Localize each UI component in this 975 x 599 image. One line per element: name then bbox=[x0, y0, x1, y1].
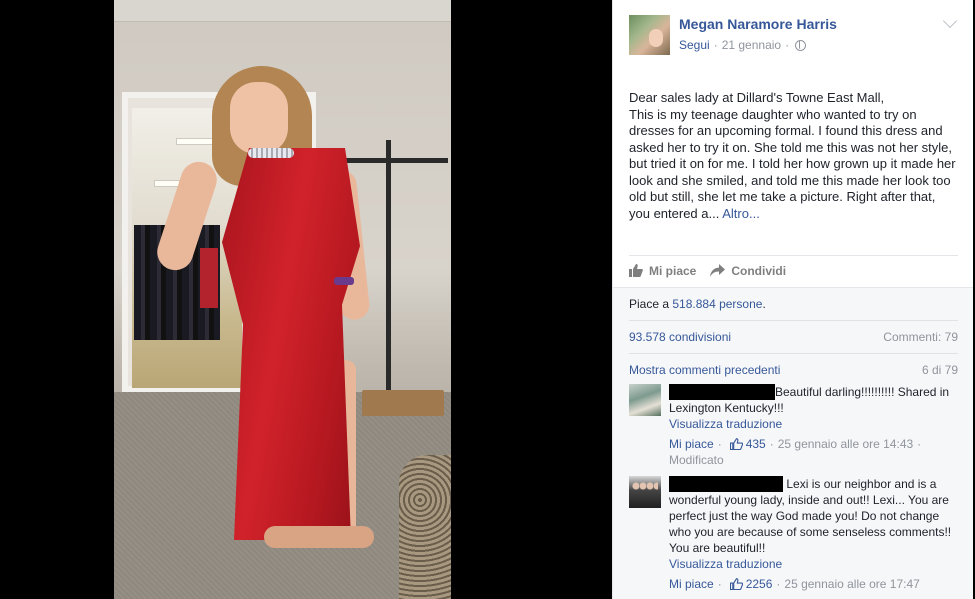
redacted-name bbox=[669, 384, 775, 400]
comment-meta: Mi piace · 435 · 25 gennaio alle ore 14:… bbox=[669, 436, 959, 468]
show-previous-comments[interactable]: Mostra commenti precedenti bbox=[629, 363, 780, 377]
thumbs-up-icon bbox=[629, 264, 643, 277]
post-date[interactable]: 21 gennaio bbox=[722, 38, 781, 52]
comment-likes[interactable]: 435 bbox=[729, 436, 766, 452]
commenter-avatar[interactable] bbox=[629, 476, 661, 508]
author-name[interactable]: Megan Naramore Harris bbox=[679, 16, 837, 32]
post-header: Megan Naramore Harris Segui · 21 gennaio… bbox=[613, 0, 973, 70]
likes-count-link[interactable]: 518.884 persone bbox=[672, 297, 762, 311]
edited-label[interactable]: Modificato bbox=[669, 452, 724, 468]
meta-separator: · bbox=[769, 437, 774, 451]
comment-likes-count: 435 bbox=[745, 437, 766, 451]
like-button[interactable]: Mi piace bbox=[629, 264, 696, 278]
comment-body: Lexi is our neighbor and is a wonderful … bbox=[669, 476, 959, 592]
likes-summary: Piace a 518.884 persone. bbox=[629, 297, 766, 311]
post-text: Dear sales lady at Dillard's Towne East … bbox=[629, 90, 959, 222]
meta-separator: · bbox=[713, 38, 718, 52]
post-actions: Mi piace Condividi bbox=[629, 255, 958, 285]
comment-timestamp[interactable]: 25 gennaio alle ore 17:47 bbox=[784, 576, 919, 592]
photo-stage[interactable] bbox=[0, 0, 612, 599]
photo-ceiling bbox=[114, 0, 451, 22]
like-label: Mi piace bbox=[649, 263, 697, 278]
comment-like-link[interactable]: Mi piace bbox=[669, 576, 714, 592]
follow-link[interactable]: Segui bbox=[679, 38, 710, 52]
comments-count: Commenti: 79 bbox=[883, 330, 958, 344]
translate-link[interactable]: Visualizza traduzione bbox=[669, 416, 959, 432]
photo-stand-pole bbox=[386, 140, 391, 395]
comment: Beautiful darling!!!!!!!!!! Shared in Le… bbox=[629, 384, 959, 468]
share-label: Condividi bbox=[731, 263, 787, 278]
photo-chair bbox=[399, 455, 451, 599]
photo-ceiling-light bbox=[176, 138, 214, 145]
likes-suffix: . bbox=[762, 297, 766, 311]
share-button[interactable]: Condividi bbox=[710, 264, 786, 278]
photo-viewer: Megan Naramore Harris Segui · 21 gennaio… bbox=[0, 0, 975, 599]
post-text-paragraph: This is my teenage daughter who wanted t… bbox=[629, 107, 959, 223]
divider bbox=[629, 353, 958, 354]
translate-link[interactable]: Visualizza traduzione bbox=[669, 556, 959, 572]
likes-prefix: Piace a bbox=[629, 297, 673, 311]
thumbs-up-icon bbox=[729, 438, 743, 450]
comment-meta: Mi piace · 2256 · 25 gennaio alle ore 17… bbox=[669, 576, 959, 592]
share-arrow-icon bbox=[710, 264, 726, 277]
photo-stand-base bbox=[362, 390, 444, 416]
comment-likes-count: 2256 bbox=[745, 577, 773, 591]
divider bbox=[629, 320, 958, 321]
shares-link[interactable]: 93.578 condivisioni bbox=[629, 330, 731, 344]
feedback-section: Piace a 518.884 persone. 93.578 condivis… bbox=[613, 287, 973, 599]
post-photo[interactable] bbox=[114, 0, 451, 599]
comment-timestamp[interactable]: 25 gennaio alle ore 14:43 bbox=[778, 436, 913, 452]
photo-dress-neckline bbox=[248, 148, 294, 158]
meta-separator: · bbox=[776, 577, 781, 591]
photo-person-face bbox=[230, 82, 288, 154]
chevron-down-icon[interactable] bbox=[942, 13, 958, 29]
post-sidebar: Megan Naramore Harris Segui · 21 gennaio… bbox=[612, 0, 973, 599]
meta-separator: · bbox=[717, 437, 722, 451]
meta-separator: · bbox=[917, 437, 922, 451]
meta-separator: · bbox=[785, 38, 790, 52]
post-meta: Segui · 21 gennaio · bbox=[679, 38, 807, 52]
photo-feet bbox=[264, 526, 374, 548]
thumbs-up-icon bbox=[729, 578, 743, 590]
post-text-line: Dear sales lady at Dillard's Towne East … bbox=[629, 90, 885, 105]
redacted-name bbox=[669, 476, 783, 492]
comments-pager: 6 di 79 bbox=[921, 363, 958, 377]
comment: Lexi is our neighbor and is a wonderful … bbox=[629, 476, 959, 599]
comment-body: Beautiful darling!!!!!!!!!! Shared in Le… bbox=[669, 384, 959, 468]
comment-like-link[interactable]: Mi piace bbox=[669, 436, 714, 452]
globe-icon[interactable] bbox=[795, 39, 807, 51]
photo-bracelet bbox=[334, 277, 354, 285]
meta-separator: · bbox=[717, 577, 722, 591]
comment-likes[interactable]: 2256 bbox=[729, 576, 773, 592]
commenter-avatar[interactable] bbox=[629, 384, 661, 416]
author-avatar[interactable] bbox=[629, 15, 670, 55]
more-link[interactable]: Altro... bbox=[722, 206, 760, 221]
post-text-line: This is my teenage daughter who wanted t… bbox=[629, 106, 956, 221]
